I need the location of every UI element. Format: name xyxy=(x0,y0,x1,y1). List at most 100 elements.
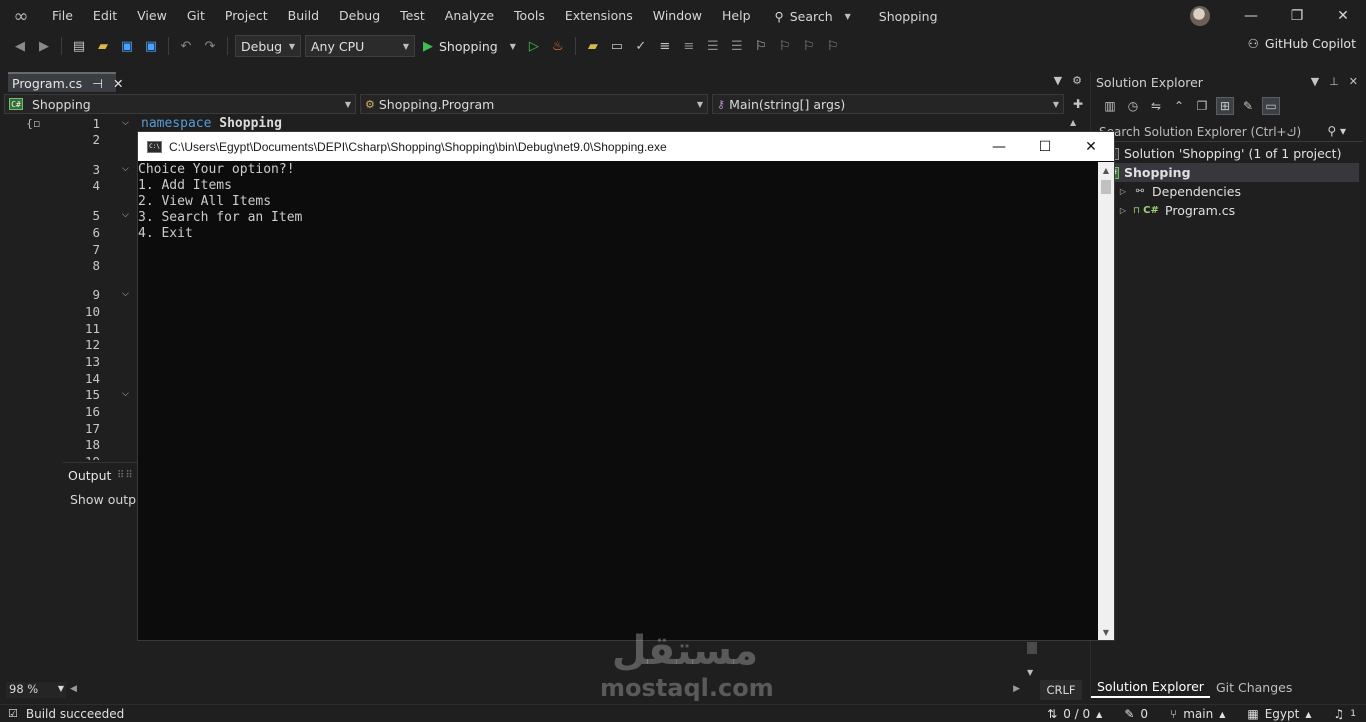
close-icon[interactable]: ✕ xyxy=(1349,75,1358,88)
notifications-status[interactable]: ♫ 1 xyxy=(1334,707,1357,721)
search-icon[interactable]: ⚲ ▾ xyxy=(1327,124,1346,138)
scroll-thumb[interactable] xyxy=(1027,642,1037,654)
line-ending-indicator[interactable]: CRLF xyxy=(1040,680,1082,700)
switch-views-icon[interactable]: ▥ xyxy=(1101,97,1119,115)
prev-bookmark-icon[interactable]: ⚐ xyxy=(775,36,795,56)
repository-status[interactable]: ▦ Egypt ▲ xyxy=(1247,707,1311,721)
restore-button[interactable]: ❐ xyxy=(1274,0,1320,32)
member-dropdown[interactable]: ⚷ Main(string[] args) ▼ xyxy=(712,94,1064,114)
start-debugging-button[interactable]: ▶ Shopping ▼ xyxy=(419,39,520,54)
menu-window[interactable]: Window xyxy=(643,0,712,32)
build-status[interactable]: ☑ Build succeeded xyxy=(8,707,124,721)
minimize-button[interactable]: — xyxy=(1228,0,1274,32)
expand-triangle-icon[interactable]: ▷ xyxy=(1117,187,1129,196)
project-dropdown[interactable]: C# Shopping ▼ xyxy=(4,94,356,114)
bookmark-icon[interactable]: ⚐ xyxy=(751,36,771,56)
navigate-forward-icon[interactable]: ▶ xyxy=(34,36,54,56)
console-window[interactable]: C:\ C:\Users\Egypt\Documents\DEPI\Csharp… xyxy=(137,131,1115,641)
menu-view[interactable]: View xyxy=(127,0,177,32)
clear-bookmarks-icon[interactable]: ⚐ xyxy=(823,36,843,56)
redo-icon[interactable]: ↷ xyxy=(200,36,220,56)
search-box[interactable]: ⚲ Search ▼ xyxy=(775,0,851,32)
next-bookmark-icon[interactable]: ⚐ xyxy=(799,36,819,56)
menu-file[interactable]: File xyxy=(42,0,83,32)
tree-item-dependencies[interactable]: ▷ ⚯ Dependencies xyxy=(1091,182,1359,201)
github-copilot-button[interactable]: ⚇ GitHub Copilot xyxy=(1248,36,1356,51)
console-output[interactable]: Choice Your option?! 1. Add Items 2. Vie… xyxy=(138,162,1098,640)
zoom-dropdown[interactable]: 98 % ▼ xyxy=(6,682,66,698)
hot-reload-icon[interactable]: ♨ xyxy=(548,36,568,56)
save-all-icon[interactable]: ▣ xyxy=(141,36,161,56)
scroll-down-icon[interactable]: ▼ xyxy=(1098,624,1114,640)
scroll-up-icon[interactable]: ▲ xyxy=(1098,162,1114,178)
console-maximize-button[interactable]: ☐ xyxy=(1022,132,1068,161)
start-without-debugging-icon[interactable]: ▷ xyxy=(524,36,544,56)
save-icon[interactable]: ▣ xyxy=(117,36,137,56)
new-project-icon[interactable]: ▤ xyxy=(69,36,89,56)
pending-changes-filter-icon[interactable]: ◷ xyxy=(1124,97,1142,115)
solution-folder-icon[interactable]: ▰ xyxy=(583,36,603,56)
outdent-icon[interactable]: ☰ xyxy=(727,36,747,56)
visual-studio-logo-icon[interactable]: ∞ xyxy=(0,0,42,32)
menu-tools[interactable]: Tools xyxy=(504,0,555,32)
fold-chevron-icon[interactable]: ⌵ xyxy=(122,389,129,399)
gear-icon[interactable]: ⚙ xyxy=(1072,74,1082,87)
spell-check-icon[interactable]: ✓ xyxy=(631,36,651,56)
properties-wrench-icon[interactable]: ✎ xyxy=(1239,97,1257,115)
platform-select[interactable]: Any CPU ▼ xyxy=(305,35,415,57)
scroll-up-icon[interactable]: ▲ xyxy=(1070,118,1076,127)
menu-debug[interactable]: Debug xyxy=(329,0,390,32)
solution-search-input[interactable]: Search Solution Explorer (Ctrl+ك) xyxy=(1095,122,1363,142)
tab-solution-explorer[interactable]: Solution Explorer xyxy=(1091,676,1210,698)
editor-horizontal-scrollbar[interactable]: ◀ ▶ xyxy=(70,684,1020,696)
tab-git-changes[interactable]: Git Changes xyxy=(1210,676,1298,698)
tab-list-dropdown-icon[interactable]: ▼ xyxy=(1054,74,1062,87)
tree-item-project-shopping[interactable]: C# Shopping xyxy=(1091,163,1359,182)
fold-chevron-icon[interactable]: ⌵ xyxy=(122,289,129,299)
menu-extensions[interactable]: Extensions xyxy=(555,0,643,32)
split-editor-icon[interactable]: ✚ xyxy=(1068,94,1088,114)
show-all-files-icon[interactable]: ❐ xyxy=(1193,97,1211,115)
menu-help[interactable]: Help xyxy=(712,0,761,32)
git-sync-status[interactable]: ⇅ 0 / 0 ▲ xyxy=(1047,707,1102,721)
menu-analyze[interactable]: Analyze xyxy=(435,0,504,32)
pending-changes-status[interactable]: ✎ 0 xyxy=(1124,707,1148,721)
scroll-right-icon[interactable]: ▶ xyxy=(1013,684,1020,694)
console-vertical-scrollbar[interactable]: ▲ ▼ xyxy=(1098,162,1114,640)
comment-icon[interactable]: ≡ xyxy=(655,36,675,56)
menu-build[interactable]: Build xyxy=(278,0,329,32)
fold-chevron-icon[interactable]: ⌵ xyxy=(122,118,129,128)
code-lens-icon[interactable]: {▫ xyxy=(26,117,40,130)
preview-selected-icon[interactable]: ▭ xyxy=(1262,97,1280,115)
collapse-all-icon[interactable]: ⌃ xyxy=(1170,97,1188,115)
branch-status[interactable]: ⑂ main ▲ xyxy=(1170,707,1225,721)
indent-icon[interactable]: ☰ xyxy=(703,36,723,56)
console-minimize-button[interactable]: — xyxy=(976,132,1022,161)
output-vertical-scrollbar[interactable]: ▼ xyxy=(1026,636,1038,682)
window-position-dropdown-icon[interactable]: ▼ xyxy=(1311,75,1319,88)
layout-icon[interactable]: ▭ xyxy=(607,36,627,56)
view-mode-icon[interactable]: ⊞ xyxy=(1216,97,1234,115)
scroll-thumb[interactable] xyxy=(1101,180,1111,194)
class-dropdown[interactable]: ⚙ Shopping.Program ▼ xyxy=(360,94,708,114)
fold-chevron-icon[interactable]: ⌵ xyxy=(122,210,129,220)
navigate-back-icon[interactable]: ◀ xyxy=(10,36,30,56)
menu-test[interactable]: Test xyxy=(390,0,435,32)
tab-program-cs[interactable]: Program.cs ⊣ ✕ xyxy=(8,72,123,92)
scroll-down-icon[interactable]: ▼ xyxy=(1027,668,1033,677)
open-folder-icon[interactable]: ▰ xyxy=(93,36,113,56)
sync-with-document-icon[interactable]: ⇋ xyxy=(1147,97,1165,115)
uncomment-icon[interactable]: ≡ xyxy=(679,36,699,56)
pin-icon[interactable]: ⊣ xyxy=(92,76,103,91)
fold-chevron-icon[interactable]: ⌵ xyxy=(122,164,129,174)
tree-item-solution[interactable]: ▭ Solution 'Shopping' (1 of 1 project) xyxy=(1091,144,1359,163)
menu-project[interactable]: Project xyxy=(215,0,278,32)
scroll-left-icon[interactable]: ◀ xyxy=(70,684,77,694)
console-close-button[interactable]: ✕ xyxy=(1068,132,1114,161)
pin-icon[interactable]: ⊥ xyxy=(1329,75,1339,88)
tree-item-program-cs[interactable]: ▷ ⊓ C# Program.cs xyxy=(1091,201,1359,220)
menu-git[interactable]: Git xyxy=(177,0,215,32)
undo-icon[interactable]: ↶ xyxy=(176,36,196,56)
close-button[interactable]: ✕ xyxy=(1320,0,1366,32)
console-title-bar[interactable]: C:\ C:\Users\Egypt\Documents\DEPI\Csharp… xyxy=(138,132,1114,161)
